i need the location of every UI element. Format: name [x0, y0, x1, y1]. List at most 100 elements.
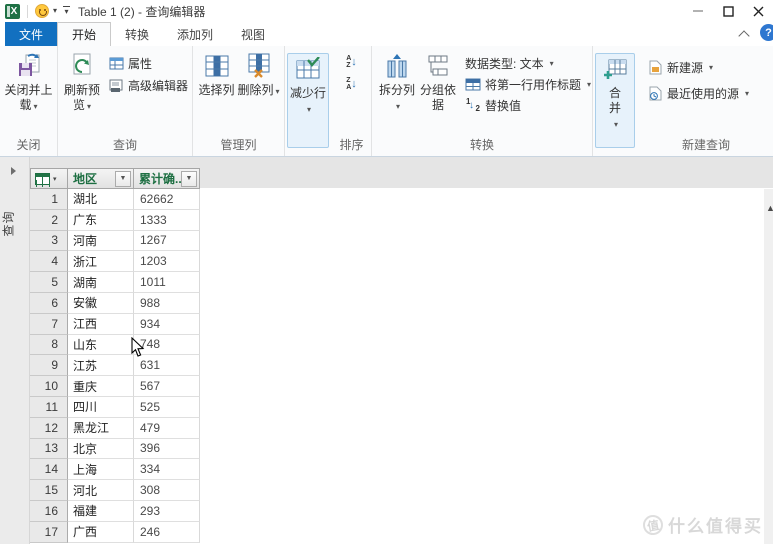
cell-value[interactable]: 1203: [134, 251, 200, 272]
table-row[interactable]: 17广西246: [30, 522, 200, 543]
cell-value[interactable]: 525: [134, 397, 200, 418]
ribbon-tab-bar: 文件 开始 转换 添加列 视图 ?: [0, 22, 773, 46]
advanced-editor-icon: [108, 77, 124, 93]
cell-region[interactable]: 北京: [68, 439, 134, 460]
cell-region[interactable]: 黑龙江: [68, 418, 134, 439]
table-row[interactable]: 11四川525: [30, 397, 200, 418]
cell-region[interactable]: 湖北: [68, 189, 134, 210]
cell-region[interactable]: 上海: [68, 459, 134, 480]
merge-button[interactable]: 合并▾: [595, 53, 635, 148]
table-row[interactable]: 1湖北62662: [30, 189, 200, 210]
cell-region[interactable]: 江苏: [68, 355, 134, 376]
replace-values-button[interactable]: 1↓2 替换值: [465, 96, 591, 114]
close-button[interactable]: [743, 0, 773, 22]
row-number: 10: [30, 376, 68, 397]
table-row[interactable]: 12黑龙江479: [30, 418, 200, 439]
queries-pane-collapsed[interactable]: 查询: [0, 157, 30, 544]
table-row[interactable]: 14上海334: [30, 459, 200, 480]
help-button[interactable]: ?: [760, 24, 773, 41]
table-row[interactable]: 10重庆567: [30, 376, 200, 397]
table-row[interactable]: 13北京396: [30, 439, 200, 460]
minimize-button[interactable]: [683, 0, 713, 22]
cell-region[interactable]: 浙江: [68, 251, 134, 272]
table-row[interactable]: 4浙江1203: [30, 251, 200, 272]
cell-value[interactable]: 62662: [134, 189, 200, 210]
recent-sources-button[interactable]: 最近使用的源 ▾: [647, 84, 749, 102]
close-and-load-button[interactable]: 关闭并上载▾: [2, 50, 56, 114]
cell-region[interactable]: 重庆: [68, 376, 134, 397]
properties-button[interactable]: 属性: [108, 54, 188, 72]
cell-value[interactable]: 334: [134, 459, 200, 480]
vertical-scrollbar[interactable]: ▲: [764, 189, 773, 544]
table-row[interactable]: 2广东1333: [30, 210, 200, 231]
cell-value[interactable]: 631: [134, 355, 200, 376]
table-row[interactable]: 6安徽988: [30, 293, 200, 314]
reduce-rows-button[interactable]: 减少行▾: [287, 53, 329, 148]
cell-value[interactable]: 748: [134, 335, 200, 356]
advanced-editor-button[interactable]: 高级编辑器: [108, 76, 188, 94]
tab-view[interactable]: 视图: [227, 22, 279, 46]
cell-region[interactable]: 山东: [68, 335, 134, 356]
use-first-row-as-headers-button[interactable]: 将第一行用作标题 ▾: [465, 75, 591, 93]
table-row[interactable]: 15河北308: [30, 480, 200, 501]
smiley-dropdown-caret[interactable]: ▾: [53, 7, 57, 15]
table-row[interactable]: 8山东748: [30, 335, 200, 356]
table-row[interactable]: 5湖南1011: [30, 272, 200, 293]
expand-queries-pane-icon[interactable]: [11, 167, 16, 175]
cell-value[interactable]: 1267: [134, 231, 200, 252]
cell-value[interactable]: 1011: [134, 272, 200, 293]
row-number: 4: [30, 251, 68, 272]
tab-transform[interactable]: 转换: [111, 22, 163, 46]
collapse-ribbon-icon[interactable]: [740, 30, 750, 36]
table-corner-cell[interactable]: ▾: [30, 168, 68, 189]
column-header-confirmed[interactable]: 累计确... ▼: [134, 168, 200, 189]
cell-value[interactable]: 934: [134, 314, 200, 335]
filter-button[interactable]: ▼: [115, 171, 131, 187]
first-row-as-headers-icon: [465, 76, 481, 92]
sort-ascending-button[interactable]: AZ ↓: [343, 53, 360, 71]
new-source-icon: [647, 59, 663, 75]
table-row[interactable]: 9江苏631: [30, 355, 200, 376]
cell-value[interactable]: 246: [134, 522, 200, 543]
customize-qat-button[interactable]: ▾: [63, 6, 70, 16]
cell-region[interactable]: 河南: [68, 231, 134, 252]
group-by-button[interactable]: 分组依据: [417, 50, 459, 113]
choose-columns-button[interactable]: 选择列: [197, 50, 237, 98]
tab-add-column[interactable]: 添加列: [163, 22, 227, 46]
cell-value[interactable]: 396: [134, 439, 200, 460]
cell-value[interactable]: 479: [134, 418, 200, 439]
minimize-icon: [693, 6, 703, 16]
column-header-region[interactable]: 地区 ▼: [68, 168, 134, 189]
refresh-preview-button[interactable]: 刷新预览▾: [62, 50, 102, 114]
data-type-button[interactable]: 数据类型: 文本 ▾: [465, 54, 591, 72]
sort-descending-button[interactable]: ZA ↓: [343, 75, 360, 93]
cell-value[interactable]: 1333: [134, 210, 200, 231]
cell-value[interactable]: 293: [134, 501, 200, 522]
cell-value[interactable]: 308: [134, 480, 200, 501]
tab-file[interactable]: 文件: [5, 22, 57, 46]
cell-region[interactable]: 四川: [68, 397, 134, 418]
filter-button[interactable]: ▼: [181, 171, 197, 187]
recent-sources-icon: [647, 85, 663, 101]
feedback-smiley-icon[interactable]: [35, 4, 49, 18]
cell-value[interactable]: 567: [134, 376, 200, 397]
cell-region[interactable]: 广西: [68, 522, 134, 543]
cell-value[interactable]: 988: [134, 293, 200, 314]
tab-home[interactable]: 开始: [57, 22, 111, 46]
cell-region[interactable]: 安徽: [68, 293, 134, 314]
table-row[interactable]: 16福建293: [30, 501, 200, 522]
cell-region[interactable]: 湖南: [68, 272, 134, 293]
window-title: Table 1 (2) - 查询编辑器: [78, 3, 205, 20]
new-source-button[interactable]: 新建源 ▾: [647, 58, 749, 76]
cell-region[interactable]: 广东: [68, 210, 134, 231]
scrollbar-arrow-icon[interactable]: ▲: [766, 203, 773, 215]
maximize-button[interactable]: [713, 0, 743, 22]
table-row[interactable]: 7江西934: [30, 314, 200, 335]
cell-region[interactable]: 江西: [68, 314, 134, 335]
table-row[interactable]: 3河南1267: [30, 231, 200, 252]
split-column-button[interactable]: 拆分列▾: [377, 50, 417, 114]
cell-region[interactable]: 河北: [68, 480, 134, 501]
remove-columns-button[interactable]: 删除列▾: [237, 50, 281, 99]
table-menu-caret[interactable]: ▾: [53, 175, 57, 183]
cell-region[interactable]: 福建: [68, 501, 134, 522]
